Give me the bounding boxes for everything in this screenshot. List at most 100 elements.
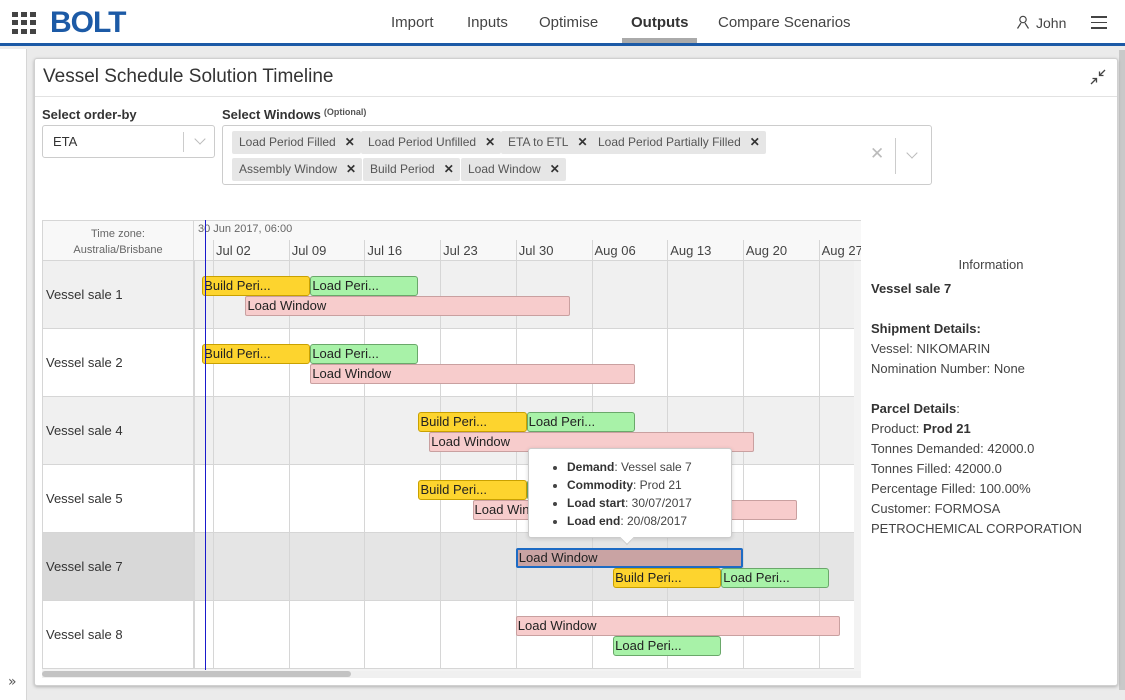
timeline-axis-header: Time zone: Australia/Brisbane 30 Jun 201…	[42, 220, 861, 262]
hamburger-menu-icon[interactable]	[1091, 16, 1107, 29]
brand-logo[interactable]: BOLT	[50, 6, 126, 40]
row-label: Vessel sale 1	[42, 261, 194, 328]
parcel-heading: Parcel Details	[871, 401, 957, 416]
info-tonnes-demanded: Tonnes Demanded: 42000.0	[871, 441, 1035, 456]
row-label: Vessel sale 4	[42, 397, 194, 464]
panel-title: Vessel Schedule Solution Timeline	[43, 66, 334, 87]
row-label: Vessel sale 5	[42, 465, 194, 532]
remove-chip-icon[interactable]: ✕	[577, 135, 587, 149]
vessel-timeline[interactable]: Time zone: Australia/Brisbane 30 Jun 201…	[42, 220, 861, 678]
axis-tick-label: Aug 20	[745, 243, 788, 258]
app-grid-icon[interactable]	[12, 12, 36, 34]
collapse-icon[interactable]	[1089, 68, 1107, 86]
axis-tick-label: Jul 16	[367, 243, 403, 258]
nav-import[interactable]: Import	[391, 14, 434, 31]
clear-all-icon[interactable]: ✕	[870, 144, 884, 164]
product-value: Prod 21	[923, 421, 971, 436]
remove-chip-icon[interactable]: ✕	[750, 135, 760, 149]
axis-tick-label: Jul 30	[518, 243, 554, 258]
timezone-label: Time zone: Australia/Brisbane	[42, 221, 194, 262]
chip-label: Assembly Window	[239, 162, 338, 176]
tooltip-item: Load start: 30/07/2017	[567, 494, 731, 512]
information-title: Information	[958, 257, 1024, 272]
nav-inputs[interactable]: Inputs	[467, 14, 508, 31]
tooltip-item: Demand: Vessel sale 7	[567, 458, 731, 476]
timeline-start-label: 30 Jun 2017, 06:00	[198, 223, 293, 235]
collapsed-sidebar: »	[0, 49, 27, 700]
page-scrollbar[interactable]	[1119, 50, 1125, 690]
timezone-caption: Time zone:	[90, 228, 145, 240]
load-period-bar[interactable]: Load Peri...	[721, 568, 830, 588]
order-by-label: Select order-by	[42, 107, 137, 122]
chip-label: Load Window	[468, 162, 541, 176]
load-period-bar[interactable]: Load Peri...	[310, 276, 419, 296]
timeline-row[interactable]: Vessel sale 1	[42, 261, 854, 329]
build-period-bar[interactable]: Build Peri...	[418, 412, 527, 432]
current-time-marker	[205, 220, 206, 670]
user-menu[interactable]: John	[1016, 14, 1066, 31]
build-period-bar[interactable]: Build Peri...	[202, 276, 311, 296]
build-period-bar[interactable]: Build Peri...	[202, 344, 311, 364]
chip-label: Load Period Unfilled	[368, 135, 477, 149]
order-by-value: ETA	[53, 134, 78, 149]
chip-label: Load Period Partially Filled	[598, 135, 741, 149]
build-period-bar[interactable]: Build Peri...	[613, 568, 722, 588]
chip-assembly-window: Assembly Window ✕	[232, 158, 363, 181]
gridline	[213, 240, 214, 669]
active-tab-indicator	[622, 38, 697, 43]
shipment-heading: Shipment Details:	[871, 321, 981, 336]
panel-header: Vessel Schedule Solution Timeline	[35, 59, 1117, 97]
chip-build-period: Build Period ✕	[363, 158, 460, 181]
information-panel: Information Vessel sale 7 Shipment Detai…	[871, 255, 1111, 539]
row-label: Vessel sale 2	[42, 329, 194, 396]
load-period-bar[interactable]: Load Peri...	[310, 344, 419, 364]
load-period-bar[interactable]: Load Peri...	[613, 636, 722, 656]
tooltip-list: Demand: Vessel sale 7Commodity: Prod 21L…	[567, 458, 731, 530]
tooltip-item: Commodity: Prod 21	[567, 476, 731, 494]
windows-label-text: Select Windows	[222, 107, 321, 122]
windows-multiselect[interactable]: Load Period Filled ✕ Load Period Unfilled…	[222, 125, 932, 185]
row-label: Vessel sale 7	[42, 533, 194, 600]
timeline-row[interactable]: Vessel sale 2	[42, 329, 854, 397]
chevron-down-icon[interactable]	[194, 133, 206, 145]
user-name: John	[1036, 15, 1067, 31]
optional-hint: (Optional)	[323, 107, 367, 117]
chevron-down-icon[interactable]	[906, 147, 918, 159]
remove-chip-icon[interactable]: ✕	[485, 135, 495, 149]
top-bar: BOLT Import Inputs Optimise Outputs Comp…	[0, 0, 1125, 46]
load-period-bar[interactable]: Load Peri...	[526, 412, 635, 432]
nav-optimise[interactable]: Optimise	[539, 14, 598, 31]
remove-chip-icon[interactable]: ✕	[346, 162, 356, 176]
build-period-bar[interactable]: Build Peri...	[418, 480, 527, 500]
nav-compare-scenarios[interactable]: Compare Scenarios	[718, 14, 851, 31]
expand-sidebar-icon[interactable]: »	[8, 674, 17, 690]
nav-outputs[interactable]: Outputs	[631, 14, 689, 31]
remove-chip-icon[interactable]: ✕	[345, 135, 355, 149]
chip-label: Load Period Filled	[239, 135, 336, 149]
timeline-panel: Vessel Schedule Solution Timeline Select…	[34, 58, 1118, 686]
load-window-bar[interactable]: Load Window	[515, 616, 841, 636]
load-window-bar[interactable]: Load Window	[245, 296, 570, 316]
load-window-bar[interactable]: Load Window	[310, 364, 635, 384]
chip-eta-to-etl: ETA to ETL ✕	[501, 131, 594, 154]
timeline-scroll-thumb[interactable]	[42, 671, 351, 677]
info-tonnes-filled: Tonnes Filled: 42000.0	[871, 461, 1002, 476]
load-window-bar[interactable]: Load Window	[515, 548, 743, 568]
info-product: Product: Prod 21	[871, 419, 1111, 439]
timezone-value: Australia/Brisbane	[73, 244, 163, 256]
info-demand: Vessel sale 7	[871, 281, 952, 296]
remove-chip-icon[interactable]: ✕	[444, 162, 454, 176]
product-label: Product:	[871, 421, 924, 436]
info-percentage-filled: Percentage Filled: 100.00%	[871, 481, 1031, 496]
axis-tick-label: Jul 09	[291, 243, 327, 258]
axis-tick-label: Jul 23	[443, 243, 478, 258]
remove-chip-icon[interactable]: ✕	[550, 162, 560, 176]
select-separator	[895, 138, 896, 174]
bar-tooltip: Demand: Vessel sale 7Commodity: Prod 21L…	[528, 448, 732, 546]
chip-load-period-partially-filled: Load Period Partially Filled ✕	[591, 131, 766, 154]
row-label: Vessel sale 8	[42, 601, 194, 668]
chip-load-period-filled: Load Period Filled ✕	[232, 131, 361, 154]
chip-load-period-unfilled: Load Period Unfilled ✕	[361, 131, 502, 154]
axis-tick-label: Aug 06	[594, 243, 636, 258]
order-by-select[interactable]: ETA	[42, 125, 215, 158]
